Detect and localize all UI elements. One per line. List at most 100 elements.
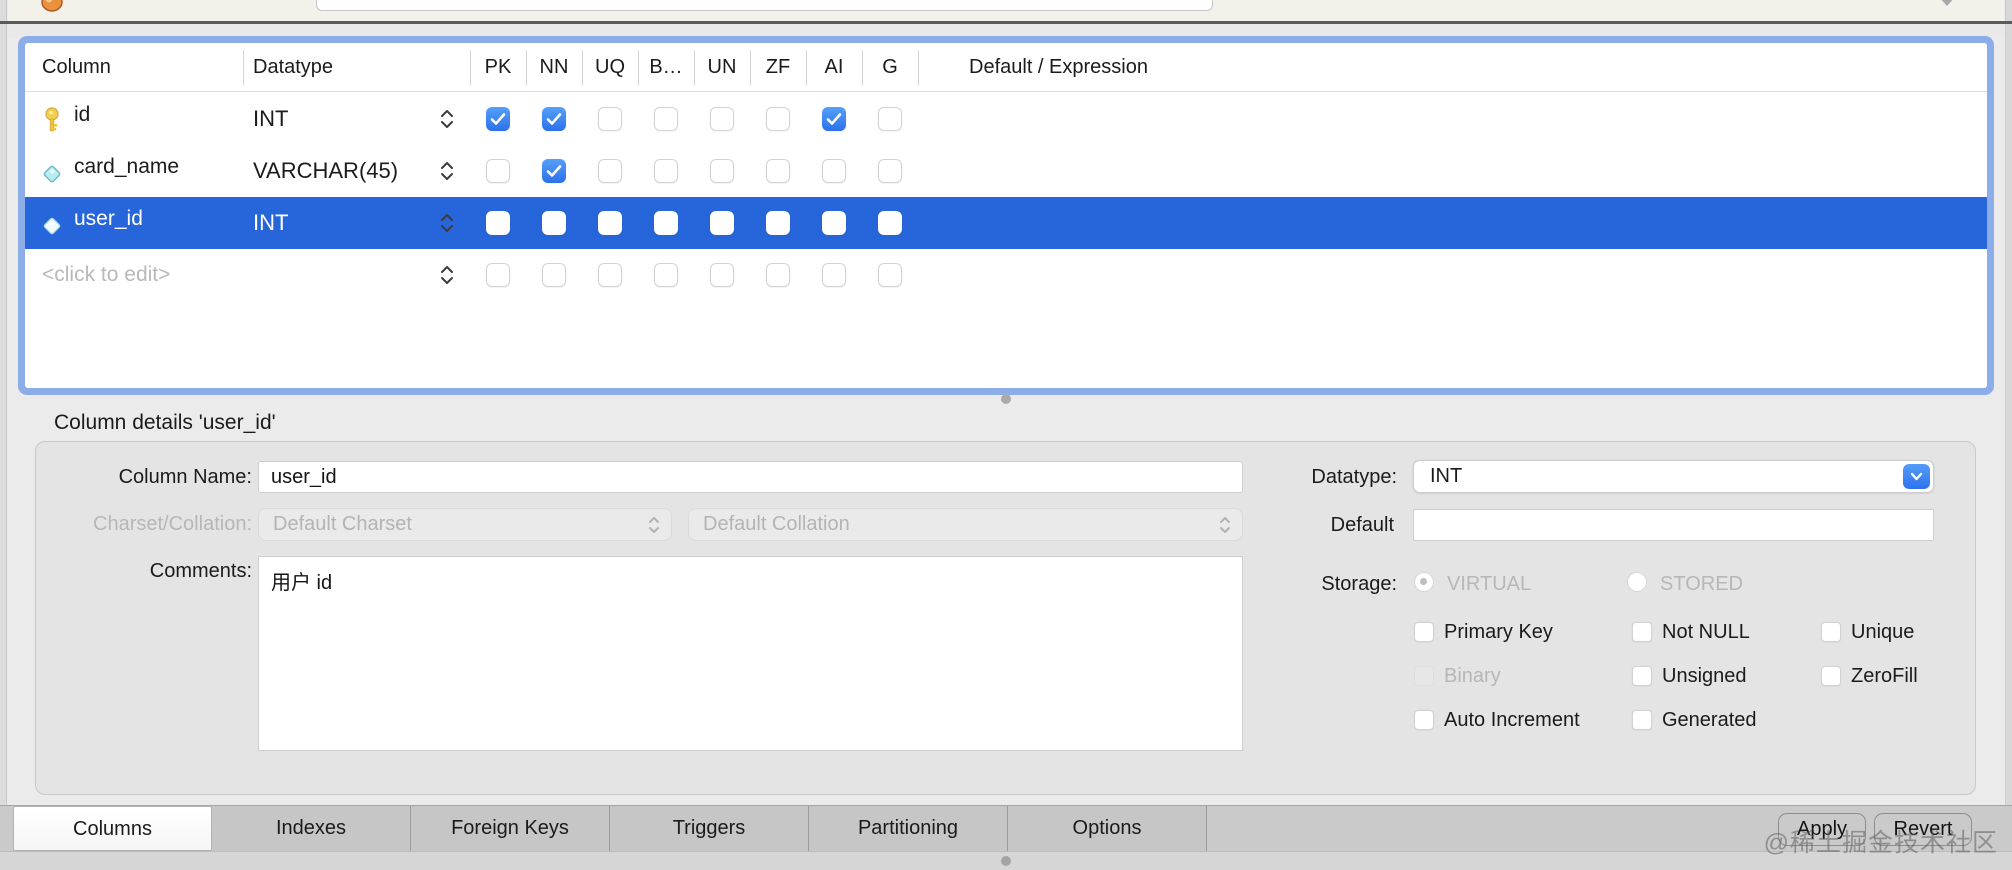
apply-button[interactable]: Apply [1778,813,1866,846]
stored-radio [1627,572,1647,592]
top-toolbar [8,0,2004,21]
flag-checkbox-B[interactable] [654,159,678,183]
primary-key-checkbox[interactable] [1414,622,1434,642]
window-edge-right [2005,0,2012,870]
revert-button[interactable]: Revert [1874,813,1972,846]
header-divider [243,50,244,85]
column-row-card_name[interactable]: card_name VARCHAR(45) [25,145,1987,197]
column-name-cell[interactable]: user_id [74,197,143,249]
flag-checkbox-NN[interactable] [542,107,566,131]
columns-grid-header: Column Datatype PKNNUQB…UNZFAIG Default / E… [25,43,1987,92]
tab-indexes[interactable]: Indexes [212,806,411,851]
chevron-down-icon[interactable] [1938,0,1956,6]
column-row-id[interactable]: id INT [25,93,1987,145]
tab-columns[interactable]: Columns [13,806,212,851]
header-flag-UQ[interactable]: UQ [582,43,638,92]
flag-checkbox-B[interactable] [654,107,678,131]
datatype-stepper-icon[interactable] [438,263,456,287]
key-icon [42,107,62,133]
datatype-combobox[interactable]: INT [1413,460,1934,493]
not-null-checkbox[interactable] [1632,622,1652,642]
splitter-handle[interactable] [1001,394,1011,404]
flag-checkbox-B[interactable] [654,211,678,235]
column-name-input[interactable]: user_id [258,461,1243,493]
flag-checkbox-UQ[interactable] [598,211,622,235]
flag-checkbox-UN[interactable] [710,211,734,235]
generated-checkbox[interactable] [1632,710,1652,730]
flag-checkbox-G[interactable] [878,211,902,235]
datatype-cell[interactable]: INT [253,197,288,249]
datatype-stepper-icon[interactable] [438,159,456,183]
header-flag-G[interactable]: G [862,43,918,92]
bottom-splitter-handle[interactable] [1001,856,1011,866]
header-flag-AI[interactable]: AI [806,43,862,92]
flag-checkbox-UN[interactable] [710,263,734,287]
flag-checkbox-G[interactable] [878,107,902,131]
unsigned-checkbox[interactable] [1632,666,1652,686]
tab-partitioning[interactable]: Partitioning [809,806,1008,851]
column-name-cell[interactable]: <click to edit> [42,249,170,301]
flag-checkbox-G[interactable] [878,263,902,287]
storage-label: Storage: [1200,573,1397,596]
column-row-user_id[interactable]: user_id INT [25,197,1987,249]
column-name-cell[interactable]: id [74,93,90,145]
tab-foreign-keys[interactable]: Foreign Keys [411,806,610,851]
datatype-cell[interactable]: VARCHAR(45) [253,145,398,197]
comments-textarea[interactable]: 用户 id [258,556,1243,751]
flag-checkbox-AI[interactable] [822,107,846,131]
zerofill-label: ZeroFill [1851,665,1918,688]
details-title: Column details 'user_id' [54,411,276,435]
chevron-down-icon[interactable] [1903,464,1930,489]
zerofill-checkbox[interactable] [1821,666,1841,686]
tab-triggers[interactable]: Triggers [610,806,809,851]
flag-checkbox-B[interactable] [654,263,678,287]
flag-checkbox-PK[interactable] [486,159,510,183]
header-flag-UN[interactable]: UN [694,43,750,92]
tab-options[interactable]: Options [1008,806,1207,851]
flag-checkbox-NN[interactable] [542,159,566,183]
header-divider [862,50,863,85]
toolbar-input-clipped[interactable] [316,0,1213,11]
flag-checkbox-ZF[interactable] [766,263,790,287]
flag-checkbox-ZF[interactable] [766,211,790,235]
header-flag-ZF[interactable]: ZF [750,43,806,92]
header-flag-B[interactable]: B… [638,43,694,92]
datatype-value: INT [1430,465,1462,487]
flag-checkbox-AI[interactable] [822,159,846,183]
stepper-icon [647,514,661,546]
header-flag-NN[interactable]: NN [526,43,582,92]
datatype-stepper-icon[interactable] [438,107,456,131]
flag-checkbox-UQ[interactable] [598,159,622,183]
unique-checkbox[interactable] [1821,622,1841,642]
datatype-cell[interactable]: INT [253,93,288,145]
flag-checkbox-G[interactable] [878,159,902,183]
primary-key-label: Primary Key [1444,621,1553,644]
header-datatype[interactable]: Datatype [253,43,333,92]
flag-checkbox-PK[interactable] [486,107,510,131]
flag-checkbox-ZF[interactable] [766,107,790,131]
column-name-cell[interactable]: card_name [74,145,179,197]
flag-checkbox-UN[interactable] [710,107,734,131]
flag-checkbox-AI[interactable] [822,263,846,287]
column-row-new[interactable]: <click to edit> [25,249,1987,301]
flag-checkbox-AI[interactable] [822,211,846,235]
auto-increment-checkbox[interactable] [1414,710,1434,730]
flag-checkbox-UQ[interactable] [598,107,622,131]
header-divider [526,50,527,85]
header-default-expression[interactable]: Default / Expression [969,43,1148,92]
flag-checkbox-NN[interactable] [542,211,566,235]
default-input[interactable] [1413,509,1934,541]
diamond-white-icon [42,211,62,237]
flag-checkbox-ZF[interactable] [766,159,790,183]
flag-checkbox-PK[interactable] [486,211,510,235]
flag-checkbox-UQ[interactable] [598,263,622,287]
header-flag-PK[interactable]: PK [470,43,526,92]
comments-label: Comments: [40,560,252,583]
columns-grid-focus-ring: Column Datatype PKNNUQB…UNZFAIG Default / E… [18,36,1994,395]
flag-checkbox-NN[interactable] [542,263,566,287]
flag-checkbox-PK[interactable] [486,263,510,287]
flag-checkbox-UN[interactable] [710,159,734,183]
datatype-stepper-icon[interactable] [438,211,456,235]
header-divider [694,50,695,85]
header-column[interactable]: Column [42,43,111,92]
